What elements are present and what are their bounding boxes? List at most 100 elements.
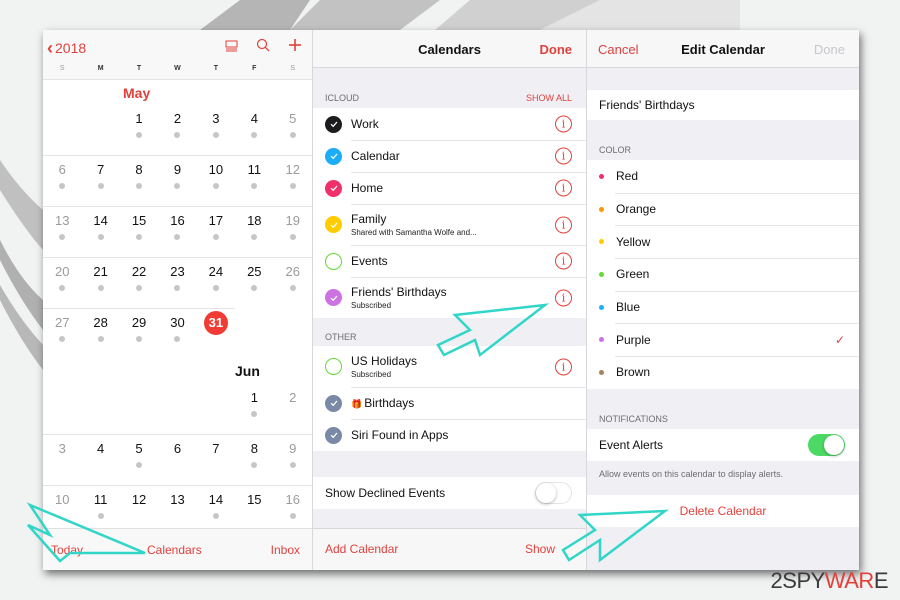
day-number: 3 [58, 441, 66, 456]
color-option[interactable]: Blue [587, 290, 859, 324]
other-calendar-list: US Holidays Subscribed i 🎁 Birthdays Siri Fou… [313, 346, 586, 451]
watermark-part-2: WAR [824, 568, 875, 593]
day-cell[interactable]: 27 [43, 308, 81, 359]
day-cell[interactable]: 25 [235, 257, 273, 308]
day-cell[interactable]: 7 [81, 155, 119, 206]
show-all-button[interactable]: SHOW ALL [526, 93, 572, 103]
checked-circle-icon[interactable] [325, 394, 342, 412]
day-cell[interactable]: 10 [197, 155, 235, 206]
back-to-year-button[interactable]: ‹ 2018 [47, 39, 86, 57]
today-button[interactable]: Today [51, 543, 83, 557]
day-cell[interactable]: 24 [197, 257, 235, 308]
event-alerts-toggle[interactable] [808, 433, 845, 456]
info-icon[interactable]: i [555, 216, 572, 233]
day-cell[interactable]: 14 [81, 206, 119, 257]
calendar-row[interactable]: Friends' Birthdays Subscribed i [313, 277, 586, 318]
event-dot [289, 183, 296, 189]
add-event-icon[interactable] [288, 38, 302, 57]
day-cell[interactable]: 12 [274, 155, 312, 206]
day-cell[interactable]: 3 [43, 434, 81, 485]
month-name: Jun [235, 363, 260, 379]
day-cell[interactable]: 19 [274, 206, 312, 257]
add-calendar-button[interactable]: Add Calendar [325, 542, 398, 556]
day-cell[interactable]: 9 [274, 434, 312, 485]
day-cell[interactable]: 11 [235, 155, 273, 206]
info-icon[interactable]: i [555, 115, 572, 133]
day-cell[interactable]: 17 [197, 206, 235, 257]
list-view-icon[interactable] [225, 39, 238, 57]
day-cell[interactable]: 31 [197, 308, 235, 359]
color-swatch-dot [599, 206, 604, 212]
color-option[interactable]: Yellow [587, 225, 859, 258]
day-cell[interactable]: 5 [274, 104, 312, 155]
day-cell[interactable]: 18 [235, 206, 273, 257]
day-cell[interactable]: 8 [120, 155, 158, 206]
search-icon[interactable] [256, 38, 270, 57]
day-cell[interactable]: 29 [120, 308, 158, 359]
day-cell[interactable]: 22 [120, 257, 158, 308]
day-cell[interactable]: 20 [43, 257, 81, 308]
unchecked-circle-icon[interactable] [325, 358, 342, 375]
info-icon[interactable]: i [555, 252, 572, 270]
color-option[interactable]: Brown [587, 356, 859, 389]
day-cell[interactable]: 21 [81, 257, 119, 308]
day-cell[interactable]: 2 [274, 383, 312, 434]
color-option[interactable]: Green [587, 258, 859, 291]
calendar-row[interactable]: 🎁 Birthdays [313, 387, 586, 419]
edit-done-button[interactable]: Done [814, 42, 845, 57]
color-option[interactable]: Orange [587, 192, 859, 226]
day-cell[interactable]: 13 [43, 206, 81, 257]
checked-circle-icon[interactable] [325, 179, 342, 197]
info-icon[interactable]: i [555, 147, 572, 165]
info-icon[interactable]: i [555, 289, 572, 306]
event-dot [212, 513, 219, 519]
day-number: 26 [285, 264, 300, 279]
info-icon[interactable]: i [555, 358, 572, 375]
day-cell[interactable]: 30 [158, 308, 196, 359]
calendar-row[interactable]: Calendar i [313, 140, 586, 172]
checked-circle-icon[interactable] [325, 115, 342, 133]
inbox-button[interactable]: Inbox [271, 543, 300, 557]
weekday-label: T [213, 65, 219, 72]
day-cell[interactable]: 6 [43, 155, 81, 206]
day-cell[interactable]: 26 [274, 257, 312, 308]
day-cell[interactable]: 7 [197, 434, 235, 485]
day-cell[interactable]: 28 [81, 308, 119, 359]
calendars-button[interactable]: Calendars [147, 543, 202, 557]
info-icon[interactable]: i [555, 179, 572, 197]
day-cell[interactable]: 15 [120, 206, 158, 257]
unchecked-circle-icon[interactable] [325, 252, 342, 270]
event-dot [251, 411, 258, 417]
calendar-row[interactable]: Work i [313, 108, 586, 140]
day-cell[interactable]: 1 [235, 383, 273, 434]
event-dot [289, 285, 296, 291]
day-cell[interactable]: 4 [235, 104, 273, 155]
day-cell[interactable]: 16 [158, 206, 196, 257]
calendars-done-button[interactable]: Done [540, 42, 573, 57]
color-option[interactable]: Red [587, 160, 859, 193]
delete-calendar-button[interactable]: Delete Calendar [587, 494, 859, 527]
calendar-row[interactable]: Events i [313, 245, 586, 277]
show-declined-events-toggle[interactable] [535, 482, 572, 504]
checked-circle-icon[interactable] [325, 289, 342, 306]
day-cell[interactable]: 5 [120, 434, 158, 485]
calendar-row[interactable]: Siri Found in Apps [313, 419, 586, 451]
checked-circle-icon[interactable] [325, 426, 342, 444]
day-cell[interactable]: 23 [158, 257, 196, 308]
calendar-row[interactable]: Family Shared with Samantha Wolfe and... i [313, 204, 586, 245]
calendar-row[interactable]: US Holidays Subscribed i [313, 346, 586, 387]
day-cell[interactable]: 8 [235, 434, 273, 485]
color-option[interactable]: Purple ✓ [587, 323, 859, 356]
icloud-section-header: ICLOUD SHOW ALL [313, 88, 586, 108]
checked-circle-icon[interactable] [325, 216, 342, 233]
show-button[interactable]: Show [525, 542, 555, 556]
calendar-row[interactable]: Home i [313, 172, 586, 204]
day-cell[interactable]: 2 [158, 104, 196, 155]
calendar-name-field[interactable]: Friends' Birthdays [587, 90, 859, 120]
day-cell[interactable]: 4 [81, 434, 119, 485]
day-cell[interactable]: 6 [158, 434, 196, 485]
day-cell[interactable]: 3 [197, 104, 235, 155]
day-cell[interactable]: 1 [120, 104, 158, 155]
day-cell[interactable]: 9 [158, 155, 196, 206]
checked-circle-icon[interactable] [325, 147, 342, 165]
